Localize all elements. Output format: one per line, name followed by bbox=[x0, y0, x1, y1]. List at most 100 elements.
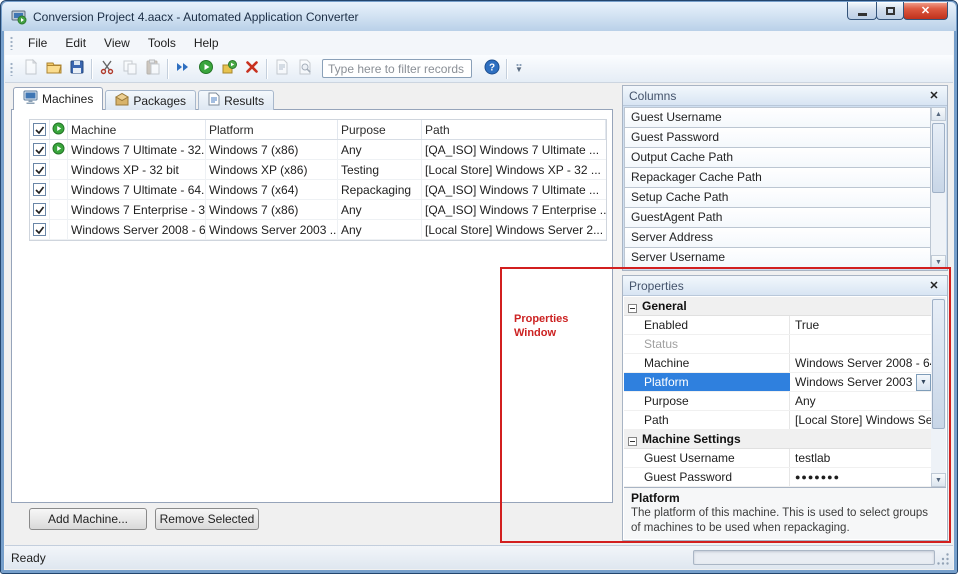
cut-button[interactable] bbox=[95, 58, 118, 80]
property-value[interactable]: [Local Store] Windows Ser bbox=[790, 413, 931, 427]
property-value[interactable]: Windows Server 2003 R bbox=[790, 375, 931, 389]
table-row[interactable]: Windows 7 Ultimate - 64... Windows 7 (x6… bbox=[30, 180, 606, 200]
property-value[interactable]: Windows Server 2008 - 64 bbox=[790, 356, 931, 370]
property-row-guest-password[interactable]: Guest Password ●●●●●●● bbox=[624, 468, 931, 487]
add-machine-button[interactable]: Add Machine... bbox=[29, 508, 147, 530]
collapse-icon[interactable] bbox=[628, 435, 637, 444]
property-row-enabled[interactable]: Enabled True bbox=[624, 316, 931, 335]
row-checkbox[interactable] bbox=[33, 203, 46, 216]
group-row-general[interactable]: General bbox=[624, 297, 931, 316]
header-path[interactable]: Path bbox=[422, 120, 606, 139]
toolbar-overflow-button[interactable]: ▼ bbox=[512, 64, 526, 73]
collapse-icon[interactable] bbox=[628, 302, 637, 311]
copy-button[interactable] bbox=[118, 58, 141, 80]
cell-purpose: Repackaging bbox=[338, 180, 422, 199]
menu-help[interactable]: Help bbox=[185, 32, 228, 54]
column-item[interactable]: Setup Cache Path bbox=[624, 187, 931, 208]
titlebar[interactable]: Conversion Project 4.aacx - Automated Ap… bbox=[2, 2, 956, 31]
property-value[interactable]: testlab bbox=[790, 451, 931, 465]
property-value[interactable]: ●●●●●●● bbox=[790, 472, 931, 482]
menu-tools[interactable]: Tools bbox=[139, 32, 185, 54]
resize-grip[interactable] bbox=[937, 553, 950, 566]
header-purpose[interactable]: Purpose bbox=[338, 120, 422, 139]
group-row-machine-settings[interactable]: Machine Settings bbox=[624, 430, 931, 449]
property-row-platform[interactable]: Platform Windows Server 2003 R ▼ bbox=[624, 373, 931, 392]
scroll-down-button[interactable]: ▼ bbox=[931, 473, 946, 487]
help-button[interactable]: ? bbox=[480, 58, 503, 80]
menu-edit[interactable]: Edit bbox=[56, 32, 95, 54]
platform-dropdown-button[interactable]: ▼ bbox=[916, 374, 931, 391]
open-project-button[interactable] bbox=[42, 58, 65, 80]
row-checkbox[interactable] bbox=[33, 223, 46, 236]
table-row[interactable]: Windows 7 Enterprise - 3... Windows 7 (x… bbox=[30, 200, 606, 220]
report-button[interactable] bbox=[270, 58, 293, 80]
property-name[interactable]: Purpose bbox=[624, 392, 790, 410]
toolbar-grip[interactable] bbox=[10, 62, 13, 76]
row-checkbox[interactable] bbox=[33, 143, 46, 156]
row-checkbox[interactable] bbox=[33, 183, 46, 196]
property-name[interactable]: Platform bbox=[624, 373, 790, 391]
scrollbar-thumb[interactable] bbox=[932, 123, 945, 193]
properties-close-button[interactable]: ✕ bbox=[927, 279, 941, 292]
new-project-button[interactable] bbox=[19, 58, 42, 80]
tab-results-label: Results bbox=[224, 94, 264, 108]
scrollbar-thumb[interactable] bbox=[932, 299, 945, 429]
property-row-status[interactable]: Status bbox=[624, 335, 931, 354]
remove-selected-button[interactable]: Remove Selected bbox=[155, 508, 259, 530]
header-platform[interactable]: Platform bbox=[206, 120, 338, 139]
row-checkbox[interactable] bbox=[33, 163, 46, 176]
property-name[interactable]: Guest Username bbox=[624, 449, 790, 467]
property-value[interactable]: Any bbox=[790, 394, 931, 408]
column-item[interactable]: Server Address bbox=[624, 227, 931, 248]
paste-button[interactable] bbox=[141, 58, 164, 80]
save-icon bbox=[69, 59, 85, 78]
columns-scrollbar[interactable]: ▲ ▼ bbox=[931, 107, 946, 269]
save-project-button[interactable] bbox=[65, 58, 88, 80]
select-all-checkbox[interactable] bbox=[33, 123, 46, 136]
packages-tab-icon bbox=[115, 92, 129, 109]
column-item[interactable]: GuestAgent Path bbox=[624, 207, 931, 228]
deploy-button[interactable] bbox=[171, 58, 194, 80]
column-item[interactable]: Output Cache Path bbox=[624, 147, 931, 168]
property-name[interactable]: Machine bbox=[624, 354, 790, 372]
property-name[interactable]: Path bbox=[624, 411, 790, 429]
column-item[interactable]: Server Username bbox=[624, 247, 931, 268]
property-value[interactable]: True bbox=[790, 318, 931, 332]
tab-results[interactable]: Results bbox=[198, 90, 274, 110]
columns-close-button[interactable]: ✕ bbox=[927, 89, 941, 102]
maximize-button[interactable] bbox=[876, 2, 904, 20]
minimize-button[interactable] bbox=[847, 2, 877, 20]
table-row[interactable]: Windows XP - 32 bit Windows XP (x86) Tes… bbox=[30, 160, 606, 180]
close-button[interactable]: ✕ bbox=[903, 2, 948, 20]
cell-path: [QA_ISO] Windows 7 Enterprise ... bbox=[422, 200, 606, 219]
property-row-purpose[interactable]: Purpose Any bbox=[624, 392, 931, 411]
tab-machines[interactable]: Machines bbox=[13, 87, 103, 110]
run-conversion-button[interactable] bbox=[194, 58, 217, 80]
filter-records-input[interactable] bbox=[322, 59, 472, 78]
property-row-guest-username[interactable]: Guest Username testlab bbox=[624, 449, 931, 468]
preview-button[interactable] bbox=[293, 58, 316, 80]
columns-list: Guest Username Guest Password Output Cac… bbox=[624, 107, 931, 269]
column-item[interactable]: Guest Username bbox=[624, 107, 931, 128]
column-item[interactable]: Repackager Cache Path bbox=[624, 167, 931, 188]
table-row[interactable]: Windows 7 Ultimate - 32... Windows 7 (x8… bbox=[30, 140, 606, 160]
property-name[interactable]: Enabled bbox=[624, 316, 790, 334]
property-row-machine[interactable]: Machine Windows Server 2008 - 64 bbox=[624, 354, 931, 373]
property-name[interactable]: Guest Password bbox=[624, 468, 790, 486]
property-row-path[interactable]: Path [Local Store] Windows Ser bbox=[624, 411, 931, 430]
table-row[interactable]: Windows Server 2008 - 6... Windows Serve… bbox=[30, 220, 606, 240]
scroll-up-button[interactable]: ▲ bbox=[931, 107, 946, 121]
menubar-grip[interactable] bbox=[10, 36, 13, 50]
properties-scrollbar[interactable]: ▼ bbox=[931, 297, 946, 487]
tab-packages[interactable]: Packages bbox=[105, 90, 196, 110]
toolbar-separator bbox=[167, 59, 168, 79]
header-machine[interactable]: Machine bbox=[68, 120, 206, 139]
scroll-down-button[interactable]: ▼ bbox=[931, 255, 946, 269]
convert-button[interactable] bbox=[217, 58, 240, 80]
menu-file[interactable]: File bbox=[19, 32, 56, 54]
menu-view[interactable]: View bbox=[95, 32, 139, 54]
machine-status-icon bbox=[52, 122, 65, 138]
stop-button[interactable] bbox=[240, 58, 263, 80]
column-item[interactable]: Guest Password bbox=[624, 127, 931, 148]
column-item-partial[interactable] bbox=[624, 267, 931, 269]
